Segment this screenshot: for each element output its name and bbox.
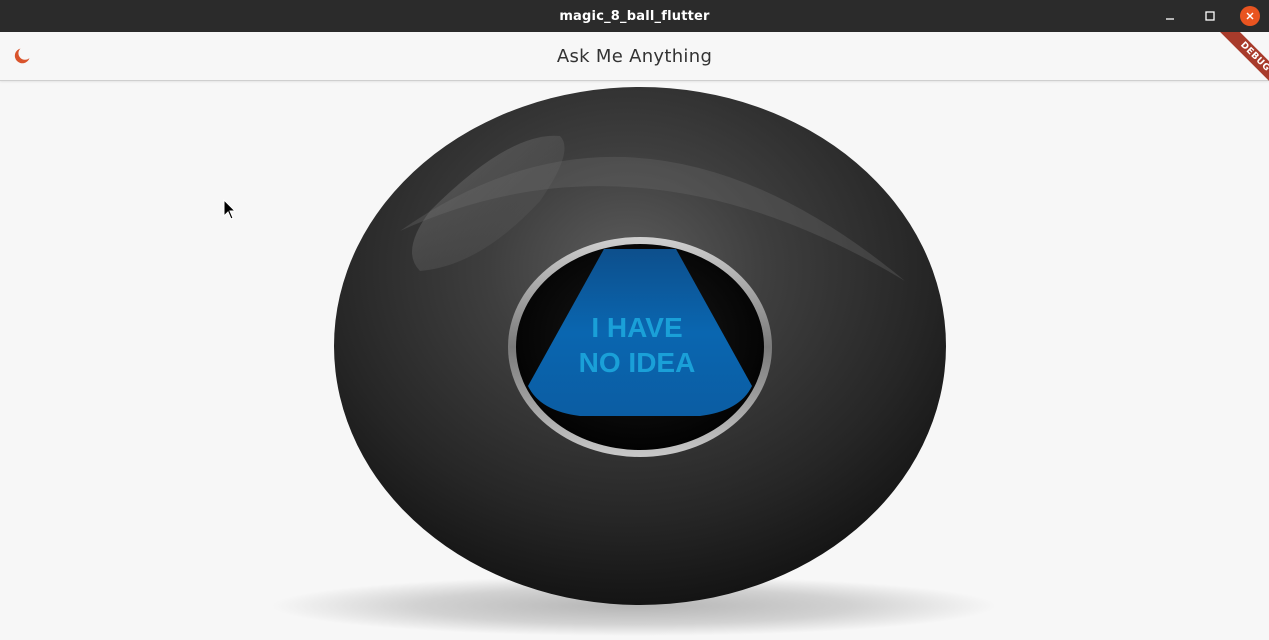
minimize-button[interactable] xyxy=(1158,4,1182,28)
window-titlebar: magic_8_ball_flutter xyxy=(0,0,1269,32)
answer-line-2: NO IDEA xyxy=(579,347,696,378)
theme-toggle-button[interactable] xyxy=(10,44,34,68)
maximize-button[interactable] xyxy=(1198,4,1222,28)
close-button[interactable] xyxy=(1238,4,1262,28)
mouse-cursor-icon xyxy=(223,199,237,220)
page-title: Ask Me Anything xyxy=(556,45,713,67)
magic-8-ball-button[interactable]: I HAVE NO IDEA xyxy=(0,81,1269,640)
moon-icon xyxy=(14,48,30,64)
close-icon xyxy=(1246,12,1254,20)
window-title: magic_8_ball_flutter xyxy=(559,8,710,24)
magic-8-ball-image: I HAVE NO IDEA xyxy=(272,87,996,636)
app-bar: Ask Me Anything xyxy=(0,32,1269,81)
minimize-icon xyxy=(1166,18,1174,20)
answer-line-1: I HAVE xyxy=(591,312,682,343)
maximize-icon xyxy=(1205,11,1215,21)
